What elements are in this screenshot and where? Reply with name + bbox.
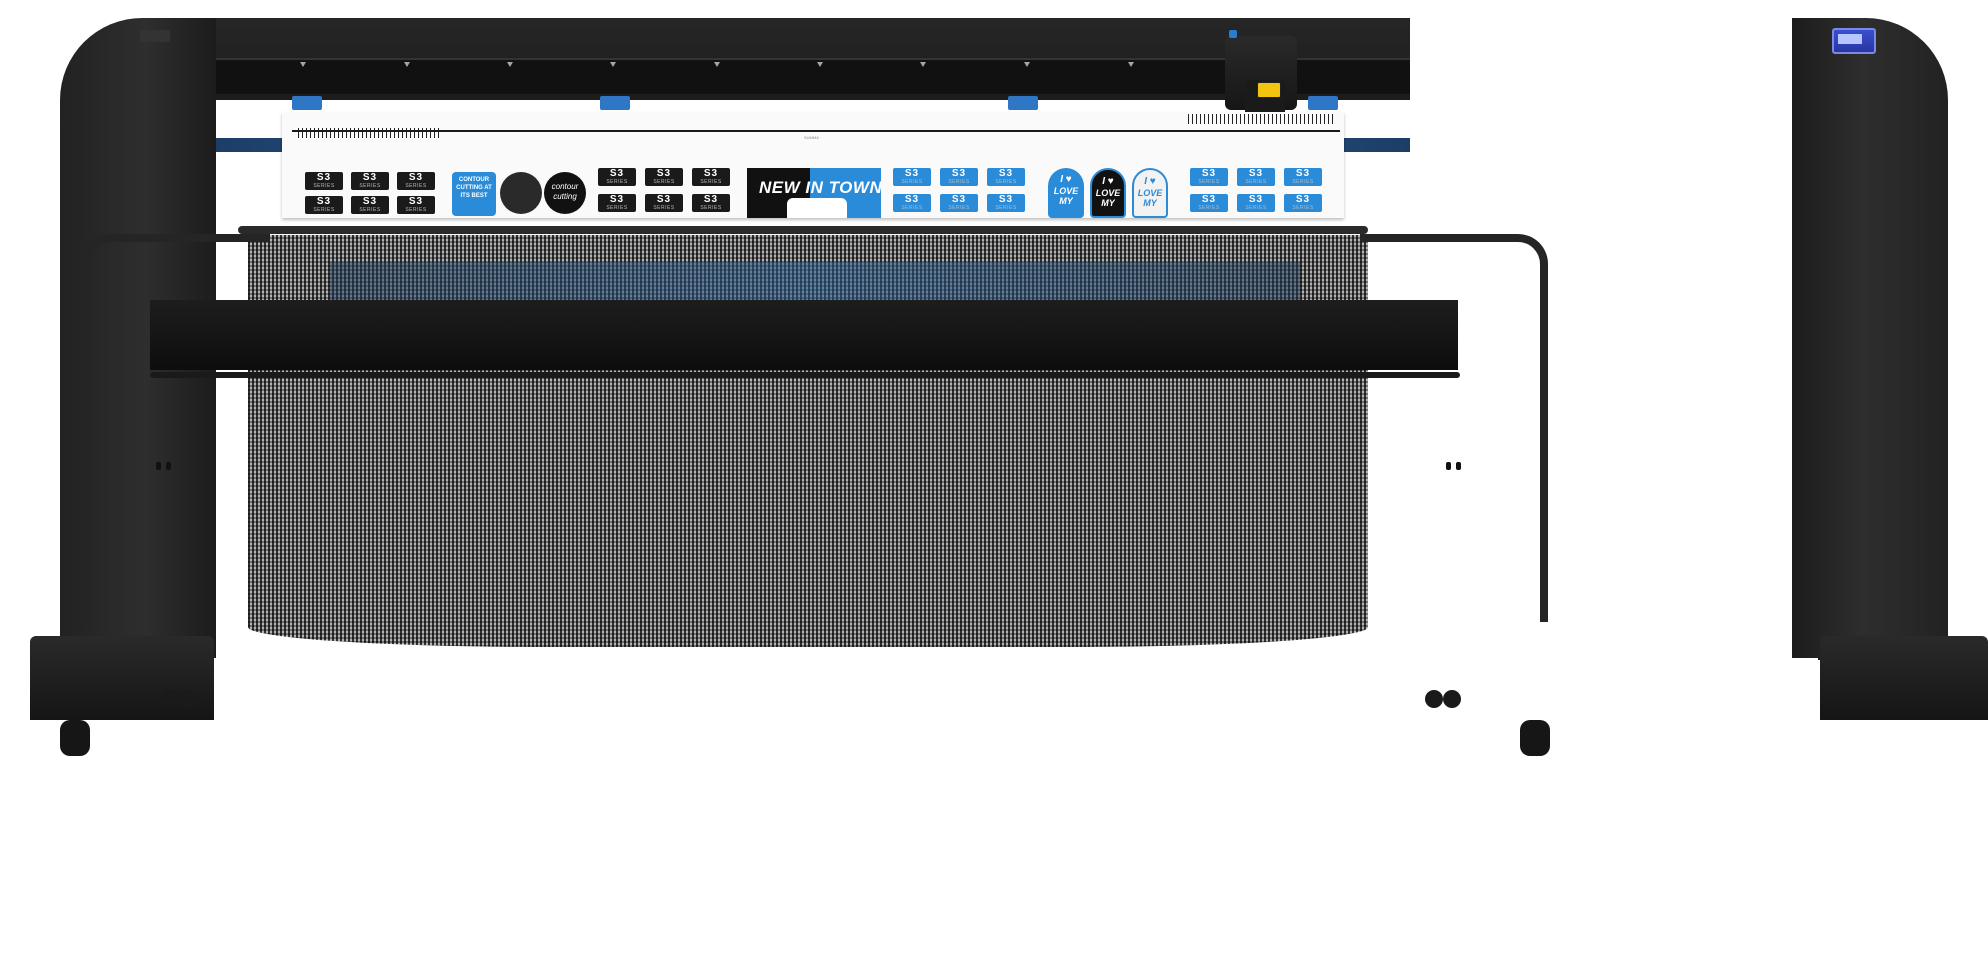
new-in-town-banner: NEW IN TOWN (747, 168, 881, 218)
rail-marker (817, 62, 823, 67)
stand-cross-bar (150, 300, 1458, 370)
s3-sticker: S3 SERIES (305, 172, 343, 190)
warning-icon (1257, 82, 1281, 98)
rail-marker (1024, 62, 1030, 67)
leg-hole (1446, 462, 1451, 470)
s3-sticker: S3 SERIES (645, 168, 683, 186)
left-guide-arm (82, 234, 270, 622)
caster-wheel (178, 690, 196, 708)
basket-reflection (330, 262, 1300, 302)
caster-wheel (1443, 690, 1461, 708)
s3-sticker: S3 SERIES (987, 194, 1025, 212)
basket-top-rod (238, 226, 1368, 234)
s3-sticker: S3 SERIES (645, 194, 683, 212)
s3-sticker: S3 SERIES (1237, 194, 1275, 212)
s3-sticker: S3 SERIES (893, 194, 931, 212)
head-indicator (1229, 30, 1237, 38)
rail-marker (404, 62, 410, 67)
contour-sticker: CONTOUR CUTTING AT ITS BEST (452, 172, 496, 216)
control-panel[interactable] (1832, 28, 1876, 54)
pinch-roller (1308, 96, 1338, 110)
rail-marker (1128, 62, 1134, 67)
caster-wheel (60, 720, 90, 756)
s3-sticker: S3 SERIES (397, 172, 435, 190)
leg-hole (166, 462, 171, 470)
s3-sticker: S3 SERIES (940, 168, 978, 186)
s3-sticker: S3 SERIES (940, 194, 978, 212)
banner-text: NEW IN TOWN (759, 178, 881, 197)
right-foot (1820, 636, 1988, 720)
media-label: SUMMA (804, 135, 819, 140)
love-sticker: I ♥ LOVE MY (1132, 168, 1168, 218)
rail-marker (920, 62, 926, 67)
leg-hole (156, 462, 161, 470)
love-sticker: I ♥ LOVE MY (1048, 168, 1084, 218)
rail-marker (714, 62, 720, 67)
media-guide-line (292, 130, 1340, 132)
s3-sticker: S3 SERIES (1190, 168, 1228, 186)
caster-wheel (1520, 720, 1550, 756)
knife-head (1225, 30, 1297, 126)
s3-sticker: S3 SERIES (351, 196, 389, 214)
s3-sticker: S3 SERIES (598, 194, 636, 212)
caster-wheel (1425, 690, 1443, 708)
s3-sticker: S3 SERIES (1284, 168, 1322, 186)
rail-marker (610, 62, 616, 67)
rail-marker (300, 62, 306, 67)
s3-sticker: S3 SERIES (1190, 194, 1228, 212)
s3-sticker: S3 SERIES (305, 196, 343, 214)
s3-sticker: S3 SERIES (1237, 168, 1275, 186)
left-badge (140, 30, 170, 42)
caster-wheel (160, 690, 178, 708)
s3-sticker: S3 SERIES (598, 168, 636, 186)
banner-logo (787, 198, 847, 218)
pinch-roller (1008, 96, 1038, 110)
s3-sticker: S3 SERIES (893, 168, 931, 186)
s3-sticker: S3 SERIES (987, 168, 1025, 186)
s3-sticker: S3 SERIES (351, 172, 389, 190)
pinch-roller (600, 96, 630, 110)
s3-sticker: S3 SERIES (692, 194, 730, 212)
s3-sticker: S3 SERIES (692, 168, 730, 186)
right-side-cover (1792, 18, 1948, 658)
contour-cutting-sticker: contour cutting (544, 172, 586, 214)
ruler-scale (1188, 114, 1334, 124)
round-sticker (500, 172, 542, 214)
right-guide-arm (1360, 234, 1548, 622)
leg-hole (1456, 462, 1461, 470)
s3-sticker: S3 SERIES (397, 196, 435, 214)
love-sticker: I ♥ LOVE MY (1090, 168, 1126, 218)
lcd-screen (1838, 34, 1862, 44)
s3-sticker: S3 SERIES (1284, 194, 1322, 212)
basket-lower-rod (150, 372, 1460, 378)
pinch-roller (292, 96, 322, 110)
rail-marker (507, 62, 513, 67)
